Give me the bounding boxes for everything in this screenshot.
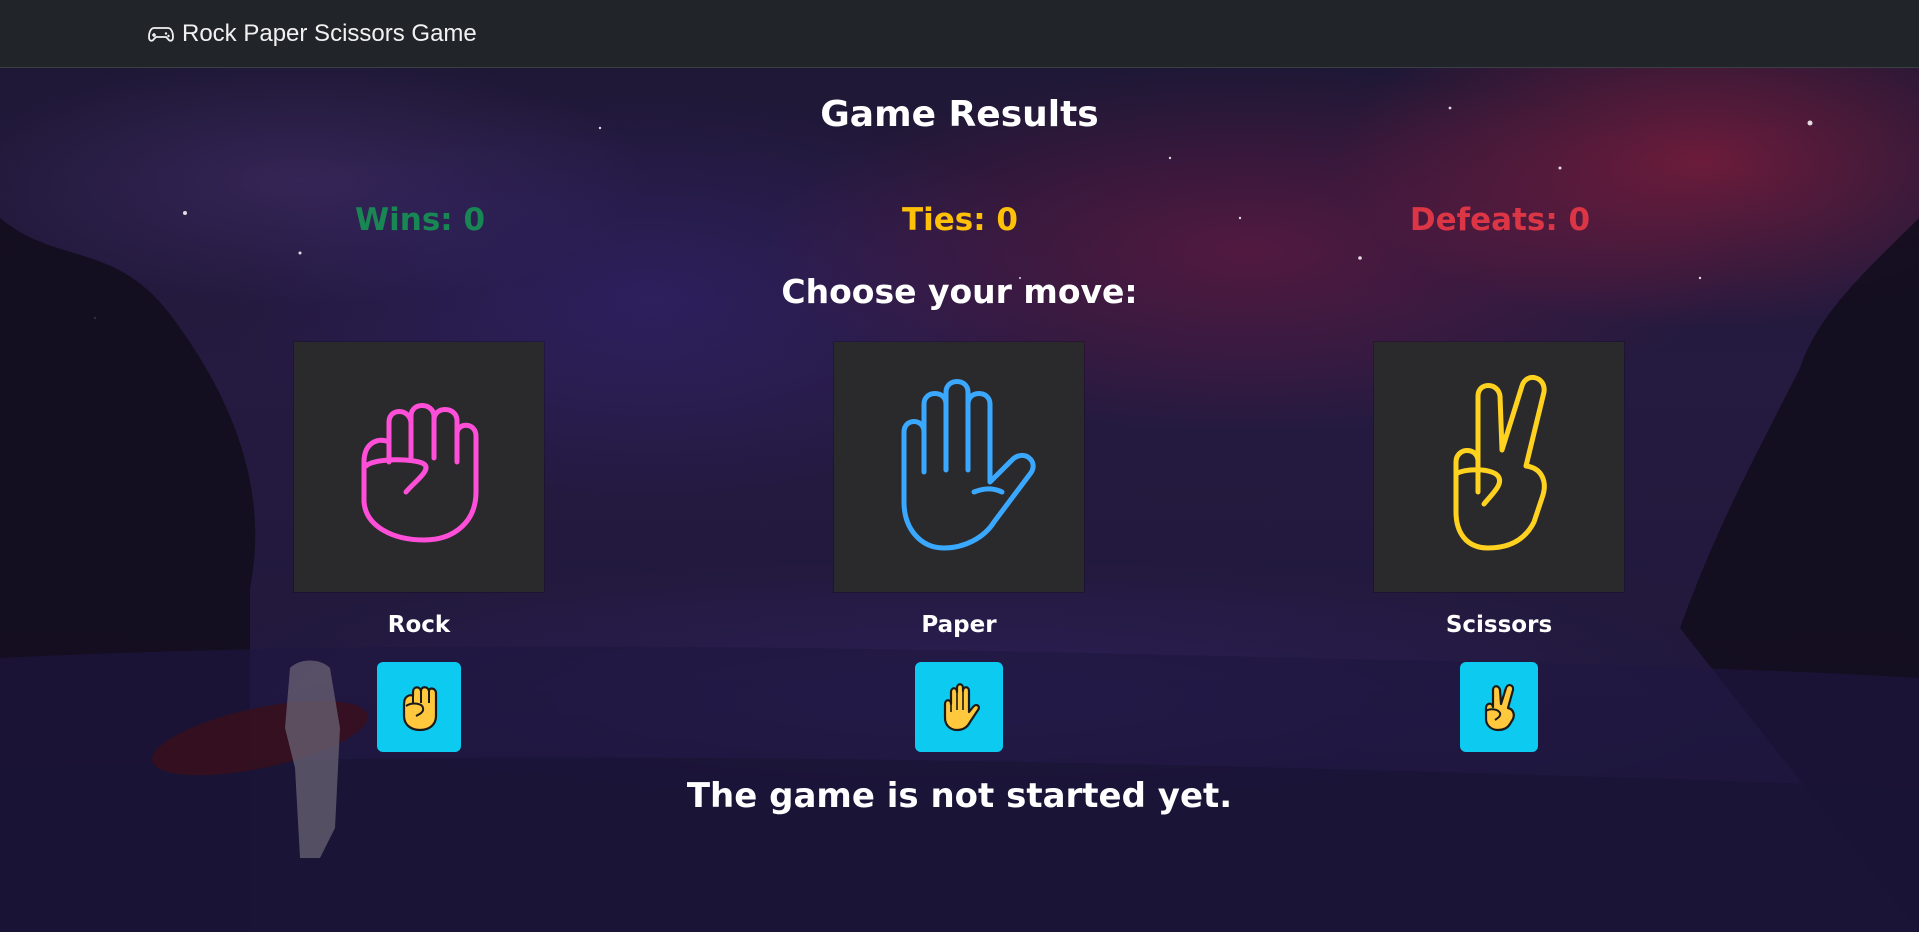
wins-counter: Wins: 0 — [354, 202, 486, 238]
scissors-button[interactable] — [1460, 662, 1538, 752]
rock-button[interactable] — [377, 662, 461, 752]
paper-label: Paper — [921, 612, 997, 638]
scissors-label: Scissors — [1445, 612, 1553, 638]
paper-button[interactable] — [915, 662, 1003, 752]
rock-label: Rock — [387, 612, 451, 638]
ties-counter: Ties: 0 — [901, 202, 1018, 238]
navbar: Rock Paper Scissors Game — [0, 0, 1919, 68]
choose-move-heading: Choose your move: — [781, 272, 1138, 311]
neon-hand-icon — [901, 379, 1036, 551]
brand-title: Rock Paper Scissors Game — [182, 19, 477, 47]
raised-fist-emoji — [402, 686, 438, 732]
brand-link[interactable]: Rock Paper Scissors Game — [148, 20, 477, 48]
neon-fist-icon — [361, 403, 479, 543]
defeats-counter: Defeats: 0 — [1409, 202, 1591, 238]
neon-victory-hand-icon — [1453, 375, 1547, 551]
page-title: Game Results — [820, 94, 1099, 135]
raised-hand-emoji — [943, 683, 981, 732]
scissors-image — [1374, 342, 1624, 592]
gamepad-icon — [148, 26, 174, 42]
game-status-message: The game is not started yet. — [686, 776, 1233, 816]
rock-image — [294, 342, 544, 592]
victory-hand-emoji — [1484, 684, 1515, 732]
paper-image — [834, 342, 1084, 592]
